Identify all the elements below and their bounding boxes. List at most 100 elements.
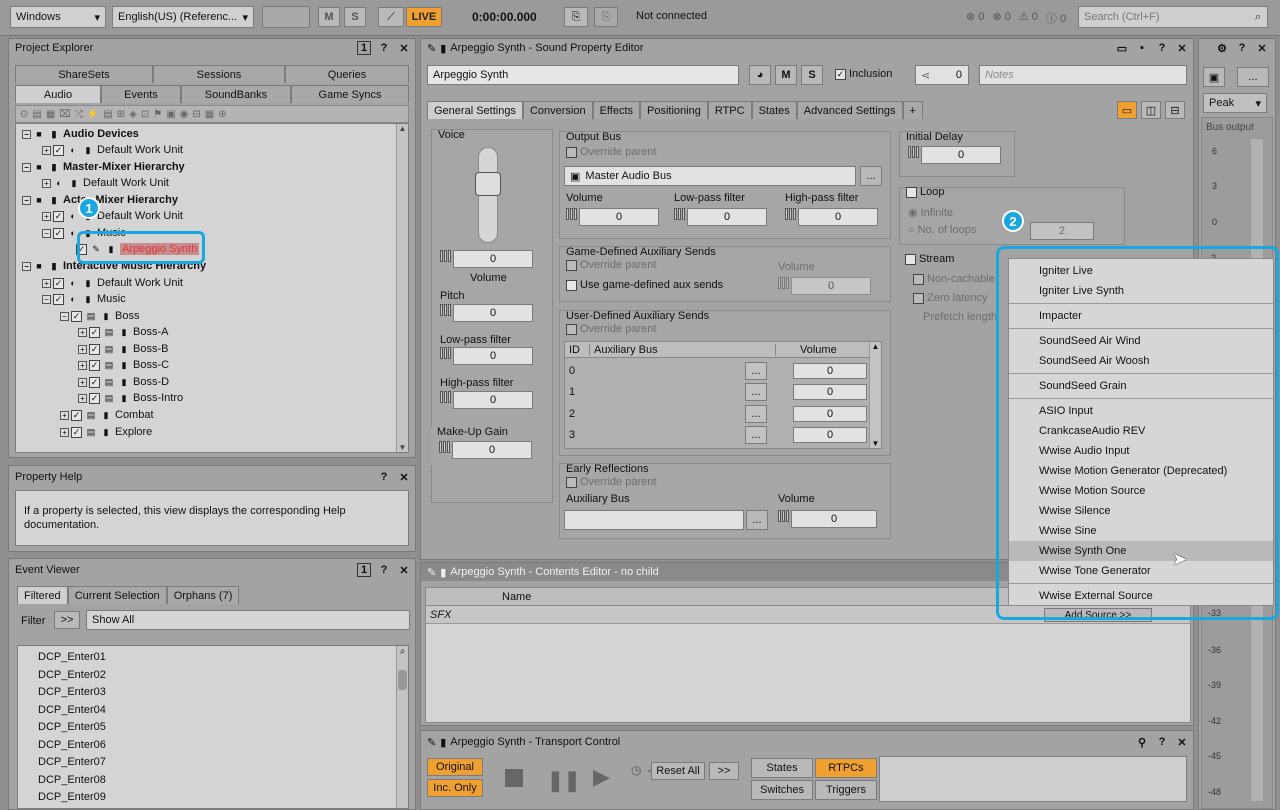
tab-filtered[interactable]: Filtered: [17, 586, 68, 604]
solo-button[interactable]: S: [344, 7, 366, 27]
profiler-graph-button[interactable]: ⟋: [378, 7, 404, 27]
collapse-icon[interactable]: −: [42, 228, 51, 238]
fader-knob[interactable]: [475, 172, 501, 196]
filter-field[interactable]: Show All: [86, 610, 410, 630]
tab-add[interactable]: +: [902, 101, 923, 119]
triggers-button[interactable]: Triggers: [815, 780, 877, 800]
output-hpf-value[interactable]: 0: [798, 208, 878, 226]
close-icon[interactable]: ✕: [397, 470, 411, 484]
checkbox[interactable]: [566, 476, 577, 488]
aux-volume-value[interactable]: 0: [793, 384, 867, 400]
toolbar-icon[interactable]: ◉: [180, 109, 189, 120]
search-icon[interactable]: ⌕: [397, 646, 408, 657]
output-volume-control[interactable]: 0: [566, 208, 659, 226]
pitch-value[interactable]: 0: [453, 304, 533, 322]
initial-delay-control[interactable]: 0: [908, 146, 1001, 164]
tree-item-default-work-unit[interactable]: +✓ ◐ ▮ Default Work Unit: [42, 275, 183, 291]
pitch-control[interactable]: 0: [440, 304, 533, 322]
volume-control[interactable]: 0: [440, 250, 533, 268]
expand-icon[interactable]: +: [78, 377, 87, 387]
game-aux-volume-value[interactable]: 0: [791, 277, 871, 295]
early-volume-value[interactable]: 0: [791, 510, 877, 528]
initial-delay-value[interactable]: 0: [921, 146, 1001, 164]
toolbar-icon[interactable]: ▦: [46, 109, 55, 120]
tree-item-boss-a[interactable]: + ✓ ▤ ▮ Boss-A: [78, 324, 168, 340]
tree-item-combat[interactable]: + ✓ ▤ ▮ Combat: [60, 407, 154, 423]
toolbar-icon[interactable]: ▣: [166, 109, 175, 120]
original-button[interactable]: Original: [427, 758, 483, 776]
collapse-icon[interactable]: −: [22, 195, 31, 205]
expand-icon[interactable]: +: [78, 344, 87, 354]
toolbar-icon[interactable]: ⊡: [141, 109, 149, 120]
menu-item[interactable]: SoundSeed Grain: [1009, 376, 1273, 396]
expand-icon[interactable]: +: [42, 178, 51, 188]
warning-counter[interactable]: ⊗ 0: [992, 10, 1010, 26]
aux-browse-button[interactable]: ...: [745, 426, 767, 444]
tree-item-music[interactable]: − ✓ ◐ ▮ Music: [42, 291, 126, 307]
tab-rtpc[interactable]: RTPC: [707, 101, 752, 119]
rtpcs-button[interactable]: RTPCs: [815, 758, 877, 778]
scroll-down-arrow[interactable]: ▼: [870, 439, 881, 448]
collapse-icon[interactable]: −: [42, 294, 51, 304]
layout-single-icon[interactable]: ▭: [1117, 101, 1137, 119]
scroll-down-arrow[interactable]: ▼: [397, 443, 408, 452]
tree-item-master-mixer[interactable]: − ■ ▮ Master-Mixer Hierarchy: [22, 159, 185, 175]
list-item[interactable]: DCP_Enter01: [38, 649, 106, 667]
menu-item[interactable]: Wwise Silence: [1009, 501, 1273, 521]
connect-button[interactable]: ⎘: [564, 7, 588, 27]
transport-more-button[interactable]: >>: [709, 762, 739, 780]
menu-item[interactable]: Wwise Tone Generator: [1009, 561, 1273, 581]
save-icon[interactable]: ▪: [1135, 41, 1149, 55]
tab-soundbanks[interactable]: SoundBanks: [181, 85, 291, 103]
notes-field[interactable]: Notes: [979, 65, 1187, 85]
tab-positioning[interactable]: Positioning: [640, 101, 708, 119]
checkbox[interactable]: ✓: [89, 326, 100, 338]
checkbox[interactable]: ✓: [89, 359, 100, 371]
checkbox[interactable]: [566, 259, 577, 271]
help-icon[interactable]: ?: [1235, 41, 1249, 55]
volume-value[interactable]: 0: [453, 250, 533, 268]
aux-scrollbar[interactable]: ▲ ▼: [869, 342, 881, 448]
menu-item[interactable]: Igniter Live: [1009, 261, 1273, 281]
aux-volume-value[interactable]: 0: [793, 362, 867, 379]
toolbar-icon[interactable]: ▦: [205, 109, 214, 120]
expand-icon[interactable]: +: [60, 410, 69, 420]
checkbox[interactable]: [913, 292, 924, 304]
output-lpf-control[interactable]: 0: [674, 208, 767, 226]
aux-browse-button[interactable]: ...: [745, 404, 767, 423]
checkbox[interactable]: ✓: [71, 409, 82, 421]
expand-icon[interactable]: +: [78, 327, 87, 337]
checkbox[interactable]: ✓: [53, 210, 64, 222]
menu-item[interactable]: Wwise Sine: [1009, 521, 1273, 541]
output-volume-value[interactable]: 0: [579, 208, 659, 226]
hpf-control[interactable]: 0: [440, 391, 533, 409]
tree-item-boss-intro[interactable]: + ✓ ▤ ▮ Boss-Intro: [78, 390, 183, 406]
tree-item-boss[interactable]: − ✓ ▤ ▮ Boss: [60, 308, 139, 324]
solo-button[interactable]: S: [801, 65, 823, 85]
layout-icon[interactable]: 1: [357, 41, 371, 55]
pause-icon[interactable]: ❚❚: [547, 768, 581, 793]
aux-browse-button[interactable]: ...: [745, 383, 767, 401]
list-scrollbar[interactable]: ⌕: [396, 646, 408, 808]
close-icon[interactable]: ✕: [1175, 735, 1189, 749]
checkbox[interactable]: ✓: [53, 227, 64, 239]
error-counter[interactable]: ⊗ 0: [966, 10, 984, 26]
language-select[interactable]: English(US) (Referenc... ▾: [112, 6, 254, 28]
volume-fader[interactable]: [475, 147, 501, 243]
search-input[interactable]: Search (Ctrl+F) ⌕: [1078, 6, 1268, 28]
timer-icon[interactable]: ◷: [631, 763, 641, 778]
tab-sessions[interactable]: Sessions: [153, 65, 285, 83]
output-bus-browse-button[interactable]: ...: [860, 166, 882, 186]
alert-counter[interactable]: ⚠ 0: [1019, 10, 1038, 26]
game-aux-volume-control[interactable]: 0: [778, 277, 871, 295]
menu-item[interactable]: CrankcaseAudio REV: [1009, 421, 1273, 441]
checkbox[interactable]: ✓: [89, 343, 100, 355]
reset-all-button[interactable]: Reset All: [651, 762, 705, 780]
toolbar-icon[interactable]: ▤: [32, 109, 41, 120]
collapse-icon[interactable]: −: [22, 162, 31, 172]
gear-icon[interactable]: ⚙: [1215, 41, 1229, 55]
non-cachable-checkbox[interactable]: Non-cachable: [913, 273, 995, 285]
tab-advanced-settings[interactable]: Advanced Settings: [796, 101, 903, 119]
filter-expand-button[interactable]: >>: [54, 611, 80, 629]
hpf-value[interactable]: 0: [453, 391, 533, 409]
